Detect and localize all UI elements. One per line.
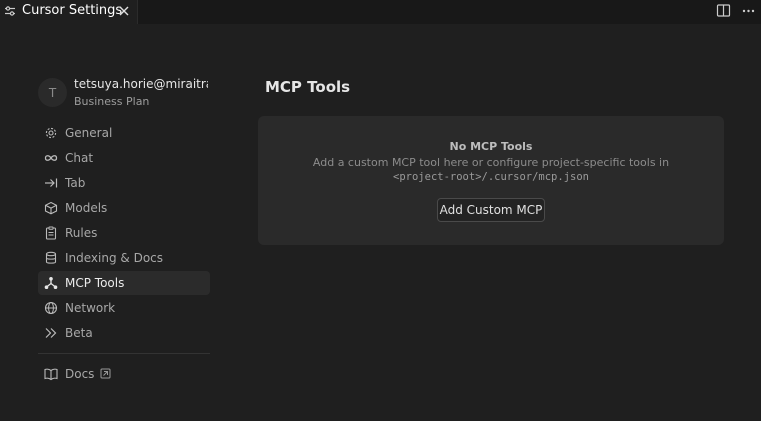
settings-sliders-icon: [5, 6, 15, 16]
database-icon: [45, 251, 57, 264]
sidebar-item-tab[interactable]: Tab: [38, 171, 210, 195]
book-icon: [44, 368, 58, 381]
clipboard-icon: [45, 226, 57, 240]
sidebar-item-label: Beta: [65, 326, 93, 340]
user-email: tetsuya.horie@miraitra...: [74, 77, 208, 91]
close-icon[interactable]: [118, 5, 130, 17]
tab-title: Cursor Settings: [22, 3, 123, 18]
sidebar-item-label: MCP Tools: [65, 276, 125, 290]
sidebar-item-label: General: [65, 126, 113, 140]
cube-icon: [44, 201, 58, 215]
sidebar-item-label: Docs: [65, 367, 95, 381]
sidebar-item-general[interactable]: General: [38, 121, 210, 145]
empty-state-description: Add a custom MCP tool here or configure …: [312, 156, 670, 169]
sidebar-item-indexing-docs[interactable]: Indexing & Docs: [38, 246, 210, 270]
mcp-empty-state-panel: No MCP Tools Add a custom MCP tool here …: [258, 116, 724, 245]
sidebar-divider: [38, 353, 210, 354]
sidebar-item-label: Indexing & Docs: [65, 251, 164, 265]
sidebar-item-rules[interactable]: Rules: [38, 221, 210, 245]
infinity-icon: [44, 155, 58, 161]
sidebar-item-docs[interactable]: Docs: [38, 362, 210, 386]
user-plan: Business Plan: [74, 95, 150, 108]
empty-state-config-path: <project-root>/.cursor/mcp.json: [393, 171, 589, 183]
more-actions-icon[interactable]: [741, 3, 756, 18]
mcp-nodes-icon: [44, 277, 58, 289]
external-link-icon: [100, 368, 111, 379]
globe-icon: [44, 301, 58, 315]
avatar-initial: T: [48, 85, 57, 100]
gear-icon: [45, 127, 57, 139]
sidebar-item-label: Tab: [65, 176, 86, 190]
sidebar-item-network[interactable]: Network: [38, 296, 210, 320]
tab-cursor-settings[interactable]: Cursor Settings: [0, 0, 138, 24]
sidebar-item-mcp-tools[interactable]: MCP Tools: [38, 271, 210, 295]
avatar: T: [38, 78, 67, 107]
sidebar-item-label: Chat: [65, 151, 94, 165]
sidebar-item-chat[interactable]: Chat: [38, 146, 210, 170]
add-custom-mcp-button[interactable]: Add Custom MCP: [437, 198, 545, 222]
sidebar-item-models[interactable]: Models: [38, 196, 210, 220]
sidebar-item-beta[interactable]: Beta: [38, 321, 210, 345]
double-chevron-icon: [45, 328, 57, 338]
empty-state-title: No MCP Tools: [449, 140, 533, 153]
split-editor-icon[interactable]: [716, 3, 731, 18]
page-title: MCP Tools: [265, 78, 351, 96]
sidebar-item-label: Network: [65, 301, 116, 315]
sidebar-item-label: Models: [65, 201, 108, 215]
arrow-right-bar-icon: [45, 178, 58, 188]
sidebar-item-label: Rules: [65, 226, 98, 240]
editor-tab-bar: Cursor Settings: [0, 0, 761, 24]
